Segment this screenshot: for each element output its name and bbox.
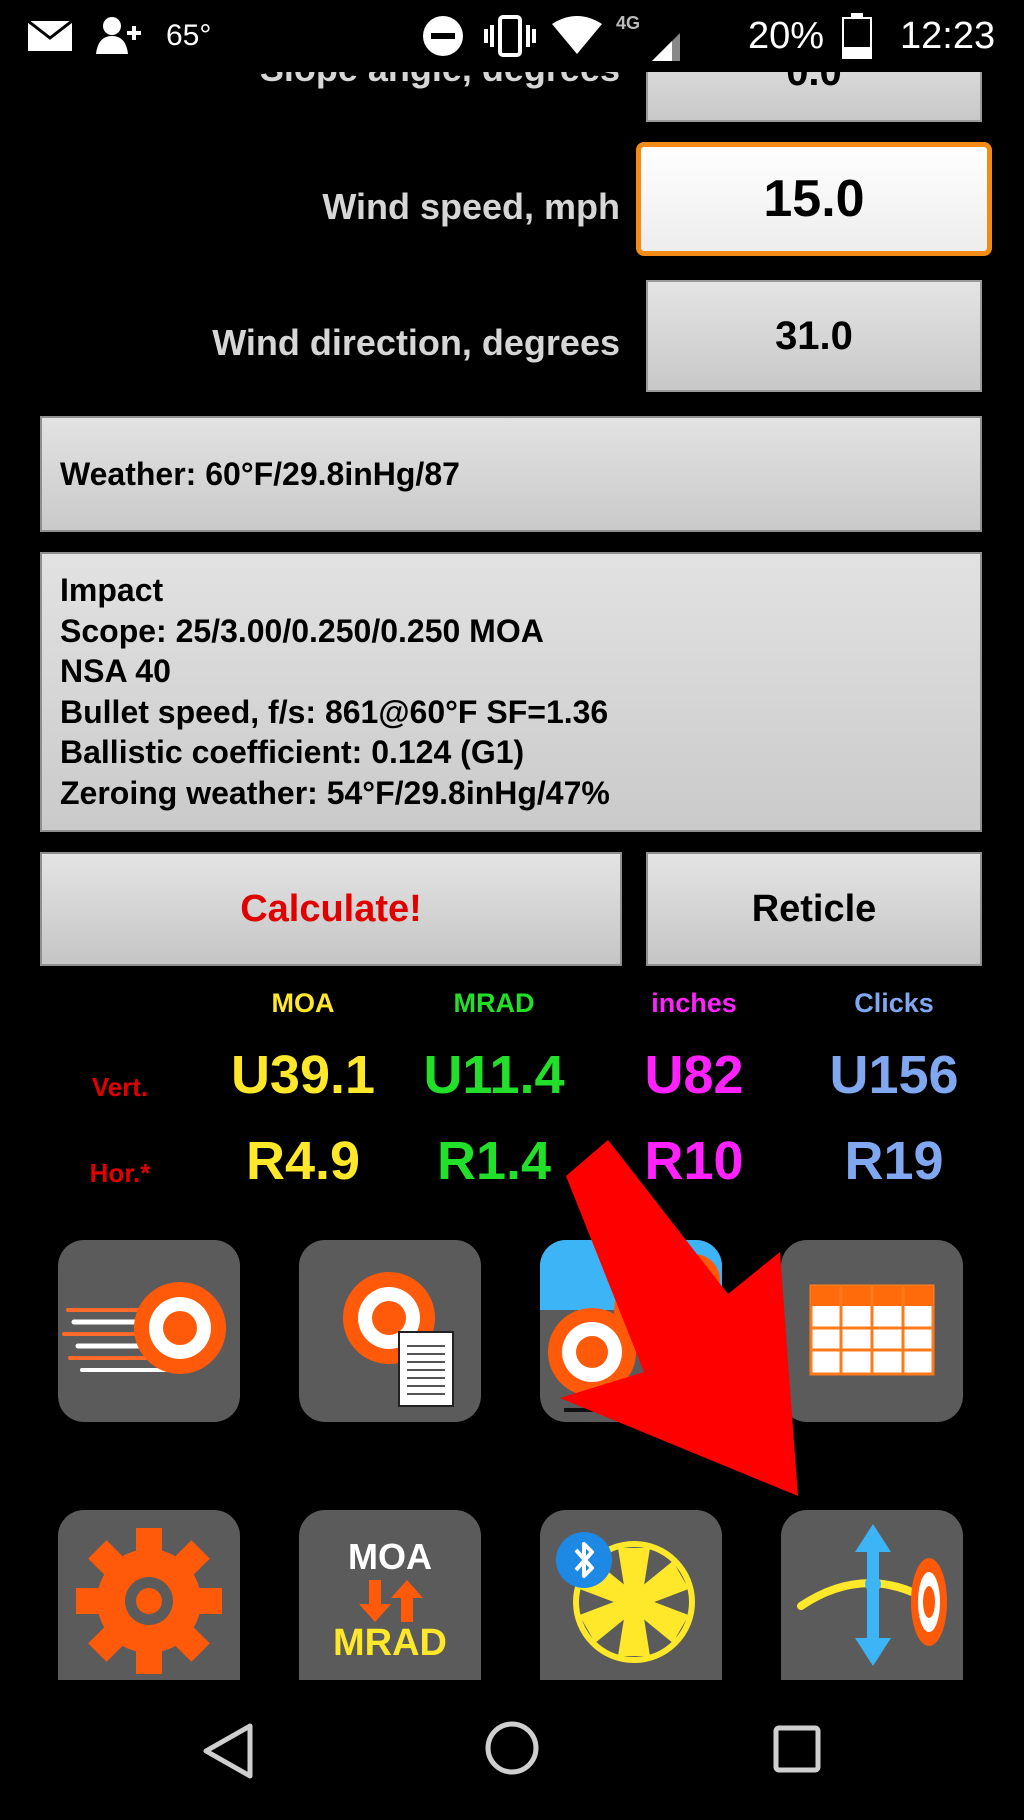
- info-line-scope: Scope: 25/3.00/0.250/0.250 MOA: [60, 612, 544, 649]
- target-report-tile[interactable]: [299, 1240, 481, 1422]
- wind-meter-icon: [556, 1532, 695, 1663]
- header-inches: inches: [651, 988, 737, 1018]
- vert-moa-value: U39.1: [230, 1045, 376, 1105]
- status-bar: 65° 4G 20% 12:23: [0, 0, 1024, 72]
- info-line-rifle: NSA 40: [60, 653, 171, 689]
- header-moa: MOA: [271, 988, 335, 1018]
- info-line-zeroing-weather: Zeroing weather: 54°F/29.8inHg/47%: [60, 774, 610, 811]
- wifi-icon: [552, 0, 602, 72]
- do-not-disturb-icon: [422, 0, 464, 72]
- home-icon[interactable]: [484, 1720, 540, 1776]
- temperature-text: 65°: [166, 19, 212, 52]
- hor-clicks-value: R19: [844, 1131, 944, 1191]
- info-line-bullet-speed: Bullet speed, f/s: 861@60°F SF=1.36: [60, 693, 609, 730]
- vert-mrad-value: U11.4: [423, 1045, 565, 1105]
- bluetooth-wind-meter-tile[interactable]: [540, 1510, 722, 1680]
- clock-text: 12:23: [900, 14, 996, 57]
- wind-direction-label: Wind direction, degrees: [212, 322, 620, 363]
- gear-icon: [76, 1528, 222, 1674]
- slope-angle-input[interactable]: 0.0: [646, 72, 982, 122]
- header-mrad: MRAD: [453, 988, 535, 1018]
- info-line-ballistic-coefficient: Ballistic coefficient: 0.124 (G1): [60, 734, 525, 770]
- vibrate-icon: [484, 0, 536, 72]
- moa-mrad-converter-tile[interactable]: MOA MRAD: [299, 1510, 481, 1680]
- vert-label: Vert.: [91, 1072, 149, 1102]
- speeding-target-icon: [62, 1282, 226, 1374]
- trajectory-tile[interactable]: [781, 1510, 963, 1680]
- wind-speed-input[interactable]: 15.0: [636, 142, 992, 256]
- back-icon[interactable]: [200, 1722, 256, 1780]
- header-clicks: Clicks: [854, 988, 934, 1018]
- weather-text: Weather: 60°F/29.8inHg/87: [60, 455, 460, 492]
- add-contact-icon: [96, 0, 144, 72]
- vert-clicks-value: U156: [829, 1045, 959, 1105]
- red-arrow-annotation-icon: [560, 1140, 798, 1496]
- recent-apps-icon[interactable]: [772, 1724, 822, 1774]
- calculate-button[interactable]: Calculate!: [40, 852, 622, 966]
- tile-moa-label: MOA: [348, 1536, 432, 1577]
- settings-tile[interactable]: [58, 1510, 240, 1680]
- navigation-bar: [0, 1680, 1024, 1820]
- battery-icon: [842, 0, 872, 72]
- vert-inches-value: U82: [644, 1045, 744, 1105]
- trajectory-target-icon: [797, 1524, 947, 1666]
- reticle-button[interactable]: Reticle: [646, 852, 982, 966]
- wind-speed-label: Wind speed, mph: [322, 186, 620, 227]
- slope-angle-label: Slope angle, degrees: [260, 72, 620, 90]
- signal-icon: 4G: [614, 0, 680, 72]
- network-type-text: 4G: [616, 13, 640, 33]
- info-line-impact: Impact: [60, 572, 164, 608]
- info-panel[interactable]: Impact Scope: 25/3.00/0.250/0.250 MOA NS…: [40, 552, 982, 832]
- hor-moa-value: R4.9: [245, 1131, 361, 1191]
- mail-icon: [28, 0, 72, 72]
- tile-mrad-label: MRAD: [333, 1622, 447, 1664]
- wind-direction-input[interactable]: 31.0: [646, 280, 982, 392]
- target-document-icon: [343, 1272, 454, 1407]
- ballistics-target-tile[interactable]: [58, 1240, 240, 1422]
- battery-percent-text: 20%: [748, 14, 825, 57]
- hor-label: Hor.*: [89, 1158, 151, 1188]
- weather-panel[interactable]: Weather: 60°F/29.8inHg/87: [40, 416, 982, 532]
